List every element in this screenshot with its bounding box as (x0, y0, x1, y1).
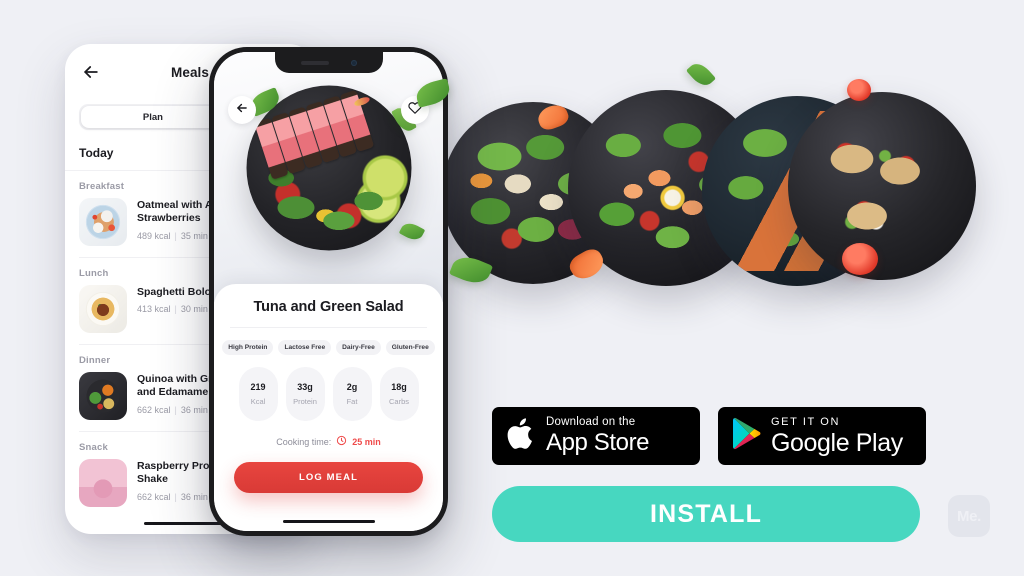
app-store-badge[interactable]: Download on the App Store (492, 407, 700, 465)
google-play-icon (732, 417, 762, 455)
nutrition-label: Fat (346, 397, 358, 406)
log-meal-button[interactable]: LOG MEAL (234, 462, 423, 493)
tag-high-protein[interactable]: High Protein (222, 340, 274, 355)
nutrition-facts: 219 Kcal 33g Protein 2g Fat 18g Carbs (230, 355, 427, 421)
nutrition-value: 18g (391, 382, 407, 392)
meta-separator: | (174, 230, 177, 241)
google-play-badge[interactable]: GET IT ON Google Play (718, 407, 926, 465)
tag-lactose-free[interactable]: Lactose Free (278, 340, 332, 355)
meal-calories: 662 kcal (137, 404, 171, 415)
nutrition-label: Kcal (250, 397, 266, 406)
food-bowls-row (413, 59, 976, 290)
phone-screen: Tuna and Green Salad High Protein Lactos… (214, 52, 443, 531)
meal-time: 36 min (180, 491, 208, 502)
page-title: Meals (170, 64, 210, 80)
quinoa-thumb (79, 372, 127, 420)
nutrition-kcal: 219 Kcal (238, 367, 278, 421)
ad-banner-stage: Meals Plan Today Breakfast Oatmeal with … (0, 0, 1024, 576)
meal-time: 36 min (180, 404, 208, 415)
dish-title: Tuna and Green Salad (230, 299, 427, 328)
nutrition-value: 2g (346, 382, 358, 392)
google-play-text: GET IT ON Google Play (771, 415, 903, 457)
meal-calories: 489 kcal (137, 230, 171, 241)
hero-image (214, 52, 443, 302)
bruschetta-plate (788, 92, 976, 280)
tuna-salad-photo (246, 85, 411, 251)
nutrition-protein: 33g Protein (285, 367, 325, 421)
google-play-small-label: GET IT ON (771, 415, 841, 428)
cooking-time: Cooking time: 25 min (230, 421, 427, 448)
app-store-small-label: Download on the (546, 415, 636, 428)
store-badges: Download on the App Store GET IT ON Goog… (492, 407, 926, 465)
nutrition-value: 219 (250, 382, 266, 392)
back-button[interactable] (228, 96, 256, 124)
tag-gluten-free[interactable]: Gluten-Free (385, 340, 435, 355)
nutrition-label: Carbs (388, 397, 409, 406)
app-store-big-label: App Store (546, 429, 650, 457)
nutrition-carbs: 18g Carbs (379, 367, 419, 421)
nutrition-value: 33g (297, 382, 313, 392)
meal-calories: 662 kcal (137, 491, 171, 502)
brand-watermark: Me. (948, 495, 990, 537)
oatmeal-thumb (79, 198, 127, 246)
tag-dairy-free[interactable]: Dairy-Free (336, 340, 381, 355)
apple-icon (506, 415, 537, 457)
front-camera-icon (350, 59, 357, 66)
arrow-left-icon[interactable] (81, 62, 101, 82)
segment-plan[interactable]: Plan (81, 106, 225, 128)
diet-tags: High Protein Lactose Free Dairy-Free Glu… (222, 328, 435, 355)
meta-separator: | (174, 404, 177, 415)
cooking-time-value: 25 min (352, 436, 381, 447)
clock-icon (336, 435, 347, 448)
home-indicator (282, 519, 375, 523)
install-button[interactable]: INSTALL (492, 486, 920, 542)
phone-notch (274, 52, 383, 73)
spaghetti-thumb (79, 285, 127, 333)
google-play-big-label: Google Play (771, 428, 903, 457)
speaker-icon (300, 60, 329, 65)
meta-separator: | (174, 304, 177, 315)
tomato-garnish (842, 243, 878, 275)
meal-time: 35 min (180, 230, 208, 241)
tomato-garnish (847, 79, 871, 101)
nutrition-label: Protein (293, 397, 317, 406)
arrow-left-icon (235, 101, 249, 120)
meal-time: 30 min (180, 304, 208, 315)
app-store-text: Download on the App Store (546, 415, 650, 457)
basil-leaf-garnish (685, 59, 717, 90)
shake-thumb (79, 459, 127, 507)
meal-detail-phone: Tuna and Green Salad High Protein Lactos… (209, 47, 448, 536)
nutrition-fat: 2g Fat (332, 367, 372, 421)
meal-detail-sheet: Tuna and Green Salad High Protein Lactos… (214, 284, 443, 531)
meal-calories: 413 kcal (137, 304, 171, 315)
meta-separator: | (174, 491, 177, 502)
cooking-time-label: Cooking time: (276, 436, 332, 447)
